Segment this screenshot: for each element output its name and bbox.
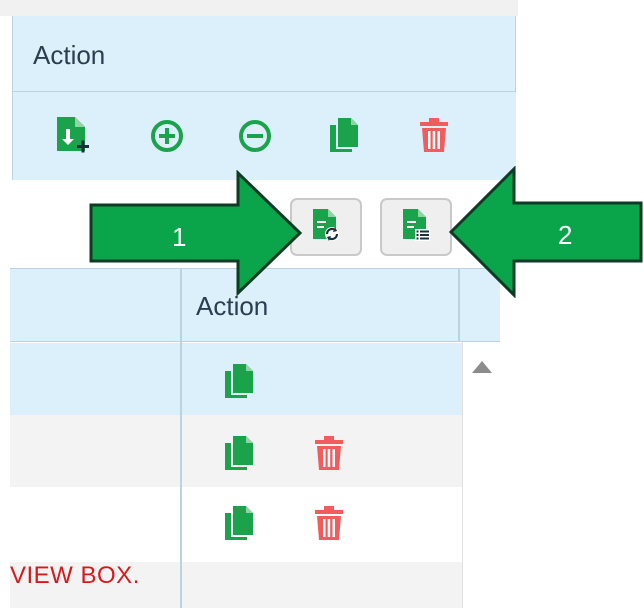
- top-action-header: Action: [33, 40, 106, 70]
- copy-icon[interactable]: [220, 433, 258, 473]
- arrow-right-callout: [89, 170, 303, 296]
- column-divider: [180, 342, 182, 608]
- copy-icon[interactable]: [220, 503, 258, 543]
- top-table-header: Action: [12, 16, 516, 92]
- table-row[interactable]: [10, 343, 462, 415]
- top-table-row: [12, 92, 516, 180]
- callout-number-2: 2: [558, 220, 573, 250]
- scrollbar[interactable]: [462, 342, 501, 608]
- document-list-button[interactable]: [380, 198, 452, 256]
- table-row[interactable]: [10, 415, 462, 487]
- refresh-document-icon: [311, 207, 341, 248]
- copy-icon[interactable]: [325, 114, 363, 156]
- callout-number-1: 1: [172, 222, 187, 252]
- scroll-up-icon: [472, 361, 492, 373]
- plus-circle-icon[interactable]: [147, 116, 187, 156]
- add-file-icon[interactable]: [53, 114, 93, 158]
- trash-icon[interactable]: [415, 114, 453, 156]
- minus-circle-icon[interactable]: [235, 116, 275, 156]
- top-panel-edge: [0, 0, 518, 16]
- copy-icon[interactable]: [220, 361, 258, 401]
- table-row[interactable]: [10, 487, 462, 562]
- warning-text: VIEW BOX.: [10, 562, 140, 589]
- trash-icon[interactable]: [310, 503, 348, 543]
- document-list-icon: [401, 207, 431, 248]
- arrow-left-callout: [448, 166, 643, 298]
- trash-icon[interactable]: [310, 433, 348, 473]
